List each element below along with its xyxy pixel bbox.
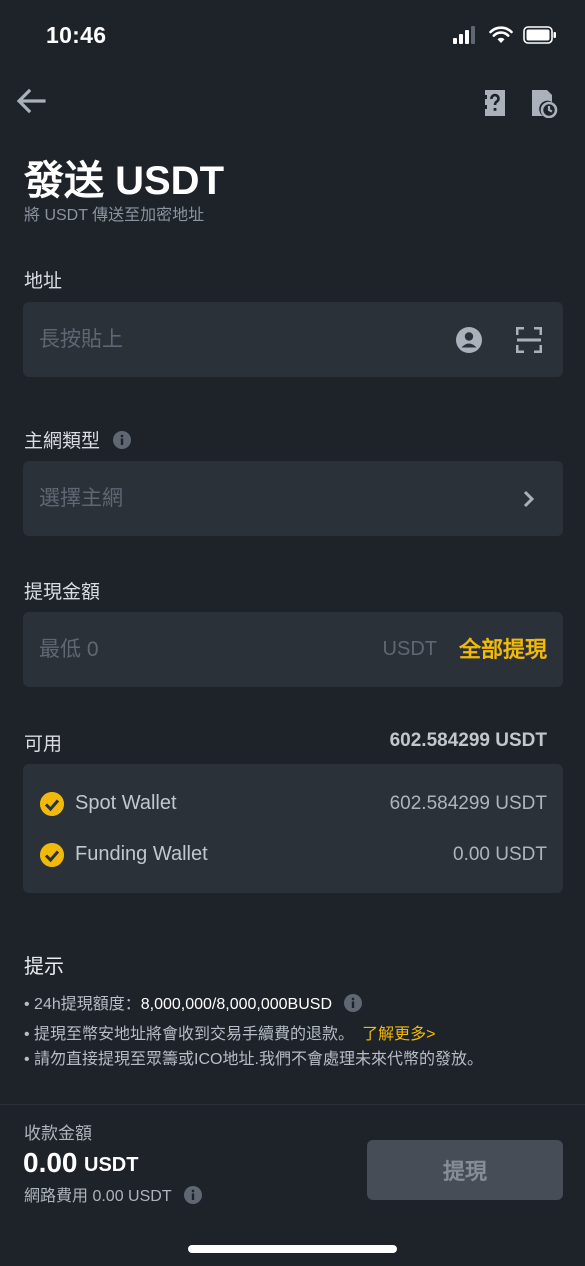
network-select-placeholder[interactable]: 選擇主網 [39, 461, 123, 536]
address-field[interactable]: 長按貼上 [23, 302, 563, 377]
wallet-row-funding[interactable]: Funding Wallet 0.00 USDT [23, 839, 563, 871]
wallet-name: Spot Wallet [75, 792, 177, 814]
home-indicator[interactable] [188, 1245, 397, 1253]
checkmark-icon[interactable] [40, 843, 64, 867]
address-label: 地址 [24, 271, 63, 292]
battery-icon [523, 26, 556, 44]
max-withdraw-button[interactable]: 全部提現 [459, 612, 547, 687]
receive-unit: USDT [84, 1154, 139, 1176]
status-time: 10:46 [46, 22, 107, 48]
tip-withdraw-limit: • 24h提現額度：8,000,000/8,000,000BUSD [24, 990, 363, 1014]
info-icon[interactable] [344, 994, 363, 1012]
info-icon[interactable] [183, 1186, 202, 1204]
wifi-icon [489, 26, 513, 43]
info-icon[interactable] [113, 431, 132, 449]
back-arrow-icon[interactable] [16, 88, 46, 114]
amount-label: 提現金額 [24, 582, 101, 603]
tip-fee-text: • 提現至幣安地址將會收到交易手續費的退款。 [24, 1026, 355, 1043]
tips-title: 提示 [24, 956, 64, 978]
tip-fee-refund: • 提現至幣安地址將會收到交易手續費的退款。 了解更多> [24, 1020, 435, 1044]
page-subtitle: 將 USDT 傳送至加密地址 [24, 207, 205, 224]
amount-input-placeholder[interactable]: 最低 0 [39, 612, 99, 687]
receive-label: 收款金額 [24, 1124, 92, 1143]
tip-limit-prefix: • 24h提現額度： [24, 996, 141, 1013]
tip-limit-value: 8,000,000/8,000,000BUSD [140, 996, 333, 1013]
receive-amount: 0.00 [23, 1147, 78, 1178]
tip-ico-warning: • 請勿直接提現至眾籌或ICO地址.我們不會處理未來代幣的發放。 [24, 1051, 483, 1068]
available-label: 可用 [24, 734, 63, 755]
available-total: 602.584299 USDT [389, 730, 547, 751]
checkmark-icon[interactable] [40, 792, 64, 816]
history-document-icon[interactable] [530, 88, 558, 118]
page-title: 發送 USDT [24, 159, 224, 203]
withdraw-button[interactable]: 提現 [367, 1140, 563, 1200]
question-document-icon[interactable] [482, 88, 508, 118]
network-select[interactable]: 選擇主網 [23, 461, 563, 536]
network-label-text: 主網類型 [24, 431, 101, 452]
footer-divider [0, 1104, 585, 1105]
network-fee: 網路費用 0.00 USDT [24, 1182, 202, 1206]
wallet-row-spot[interactable]: Spot Wallet 602.584299 USDT [23, 788, 563, 820]
learn-more-link[interactable]: 了解更多> [362, 1026, 435, 1043]
network-fee-text: 網路費用 0.00 USDT [24, 1188, 172, 1205]
status-icons [453, 26, 557, 44]
chevron-right-icon [523, 490, 535, 508]
wallet-amount: 0.00 USDT [453, 844, 547, 865]
amount-unit: USDT [382, 638, 437, 660]
address-input-placeholder[interactable]: 長按貼上 [39, 302, 123, 377]
amount-field[interactable]: 最低 0 USDT 全部提現 [23, 612, 563, 687]
cellular-signal-icon [453, 26, 475, 44]
wallet-amount: 602.584299 USDT [389, 793, 547, 814]
network-label: 主網類型 [24, 426, 132, 453]
wallet-list: Spot Wallet 602.584299 USDT Funding Wall… [23, 764, 563, 893]
contact-icon[interactable] [455, 326, 483, 354]
scan-icon[interactable] [516, 327, 542, 353]
wallet-name: Funding Wallet [75, 843, 208, 865]
